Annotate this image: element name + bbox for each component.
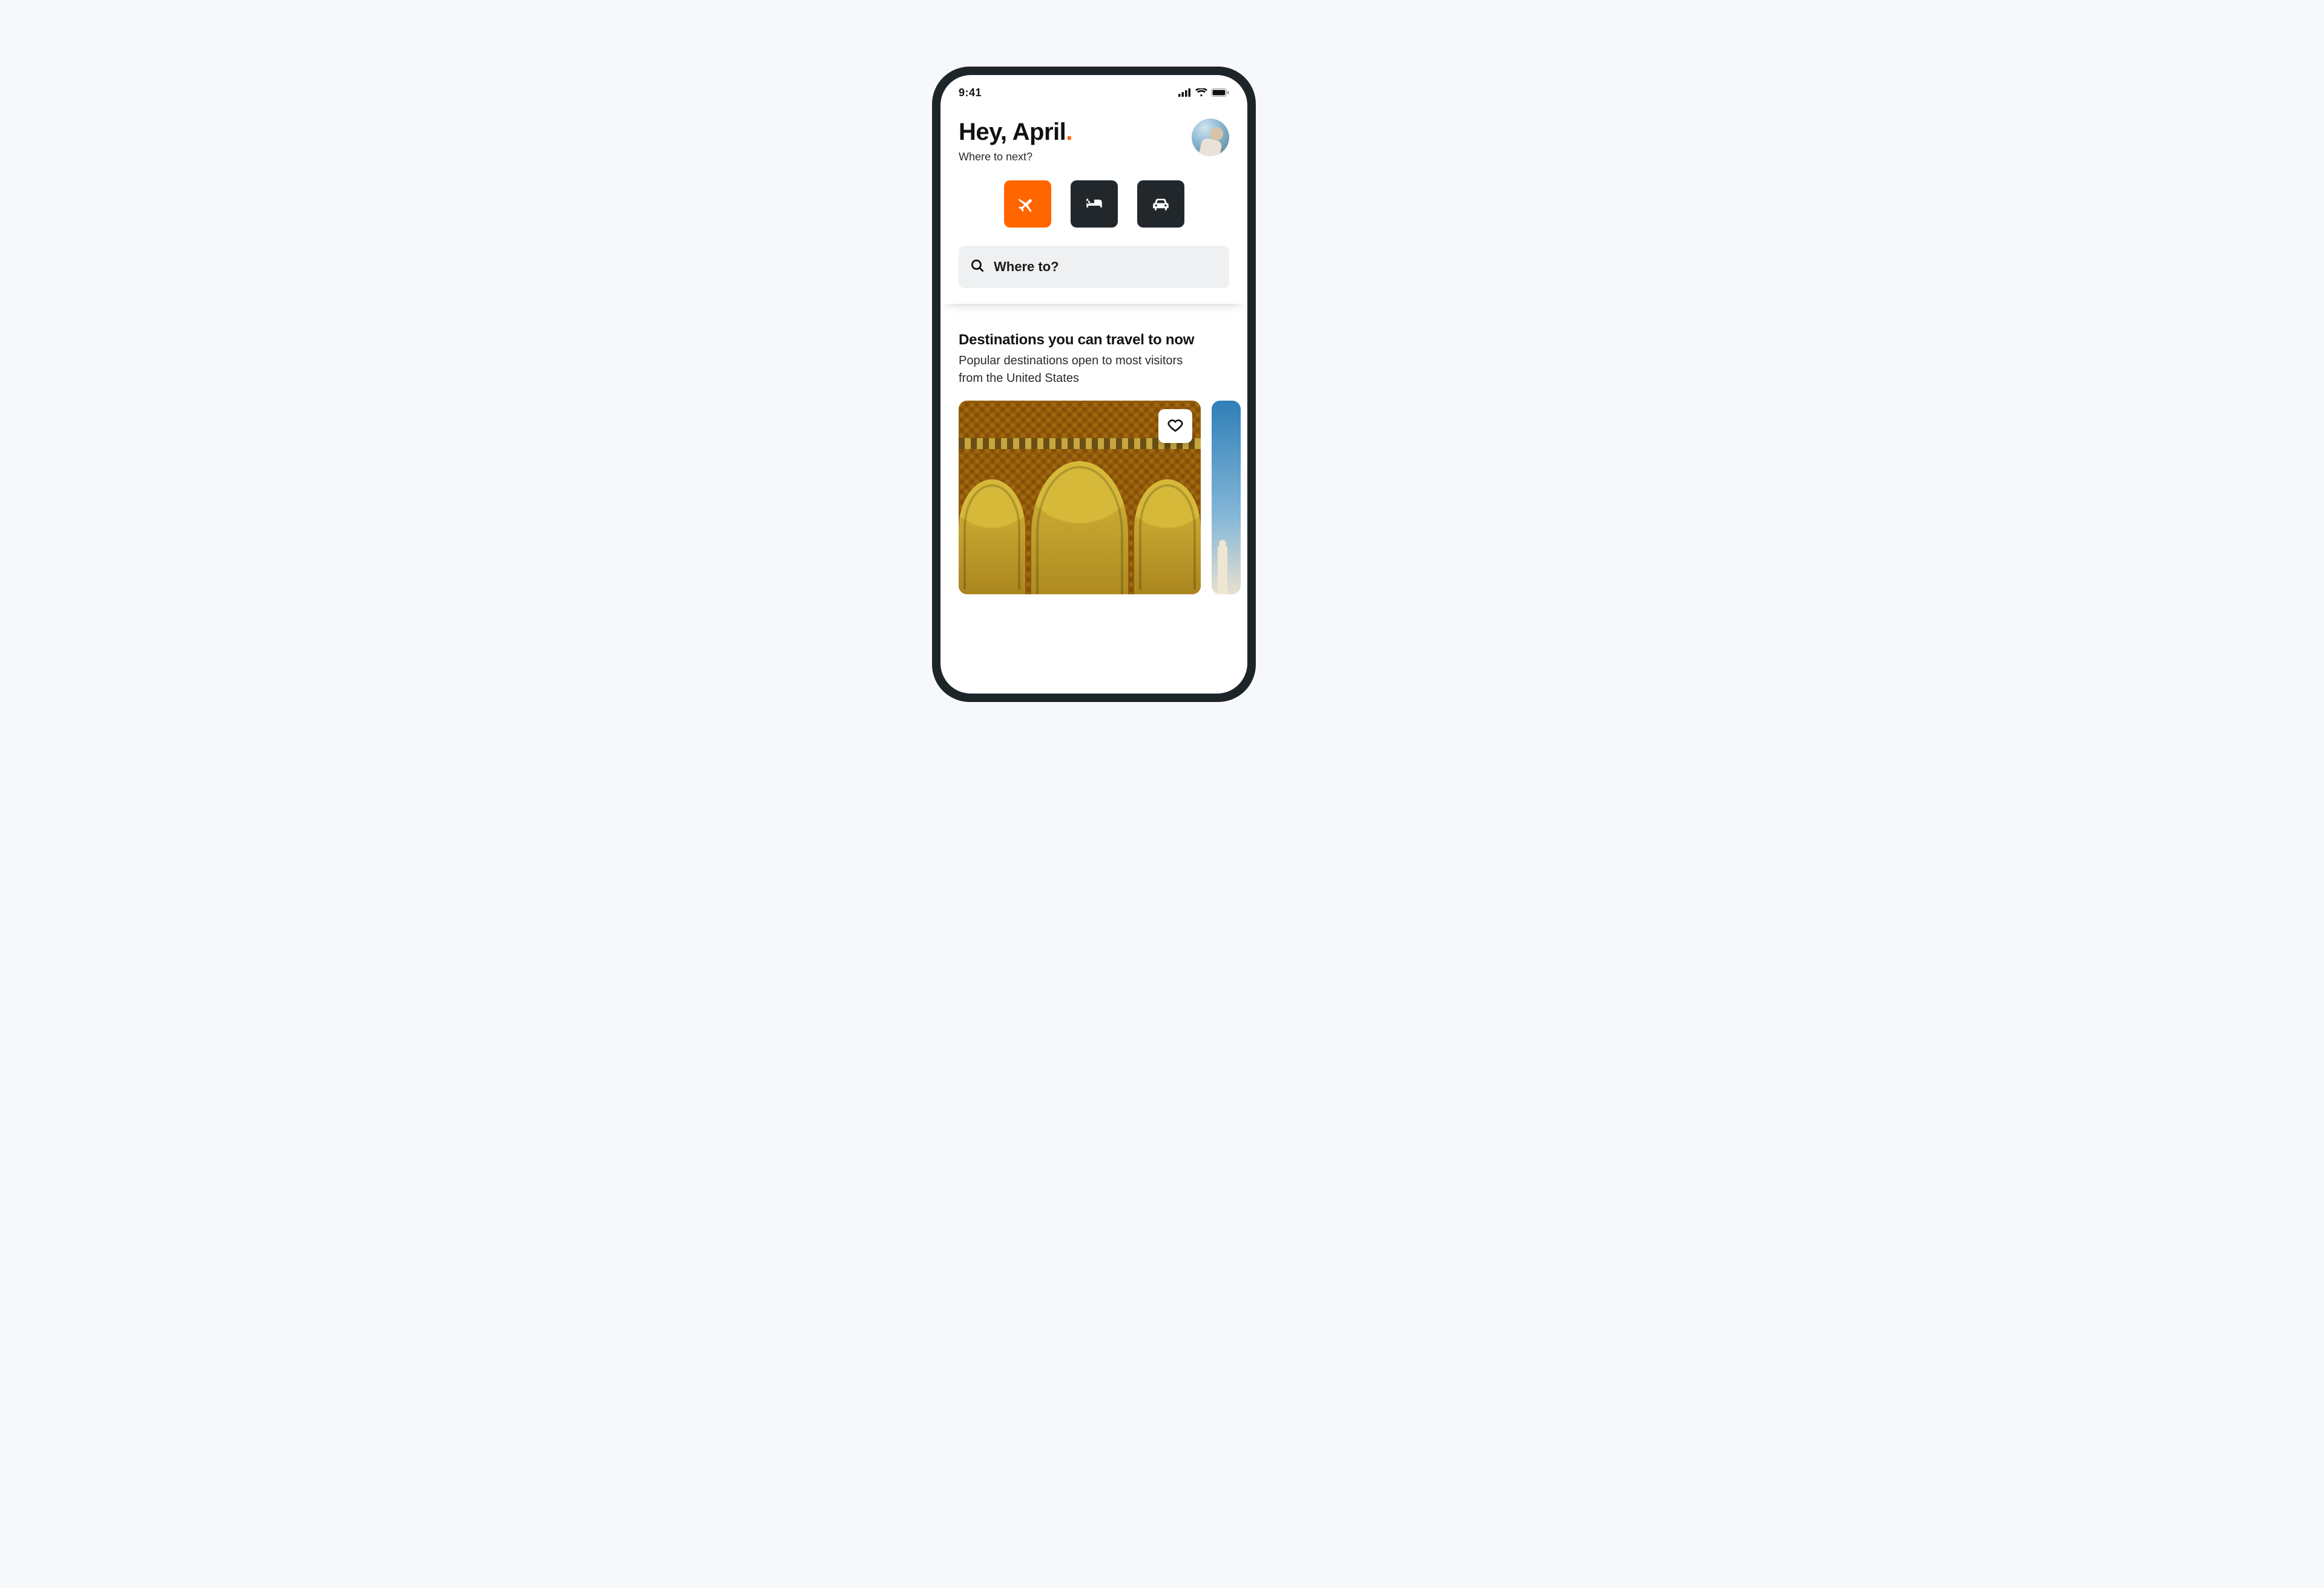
greeting-dot: .	[1066, 119, 1072, 145]
category-row	[959, 180, 1229, 228]
greeting-name: April	[1013, 119, 1066, 145]
wifi-icon	[1195, 88, 1207, 97]
car-icon	[1151, 194, 1171, 214]
destination-cards[interactable]	[959, 401, 1229, 594]
destinations-section: Destinations you can travel to now Popul…	[940, 304, 1247, 594]
airplane-icon	[1016, 192, 1039, 215]
destinations-title: Destinations you can travel to now	[959, 332, 1229, 349]
greeting-prefix: Hey,	[959, 119, 1013, 145]
heart-icon	[1166, 416, 1184, 437]
app-header: Hey, April. Where to next?	[940, 105, 1247, 304]
destination-card-peek[interactable]	[1212, 401, 1241, 594]
category-cars-button[interactable]	[1137, 180, 1184, 228]
search-icon	[970, 258, 985, 277]
status-icons	[1178, 88, 1229, 97]
phone-frame: 9:41 Hey	[932, 67, 1256, 702]
category-hotels-button[interactable]	[1071, 180, 1118, 228]
destination-image	[1218, 546, 1227, 594]
favorite-button[interactable]	[1158, 409, 1192, 443]
category-flights-button[interactable]	[1004, 180, 1051, 228]
destinations-subtitle: Popular destinations open to most visito…	[959, 352, 1201, 387]
status-time: 9:41	[959, 87, 982, 99]
battery-icon	[1211, 88, 1229, 97]
search-input[interactable]: Where to?	[959, 246, 1229, 288]
avatar[interactable]	[1192, 119, 1229, 156]
status-bar: 9:41	[940, 75, 1247, 105]
greeting-subtitle: Where to next?	[959, 151, 1072, 163]
destination-card[interactable]	[959, 401, 1201, 594]
app-screen: 9:41 Hey	[940, 75, 1247, 694]
bed-icon	[1084, 194, 1105, 214]
cellular-signal-icon	[1178, 88, 1192, 97]
search-placeholder: Where to?	[994, 259, 1059, 275]
greeting: Hey, April.	[959, 119, 1072, 146]
